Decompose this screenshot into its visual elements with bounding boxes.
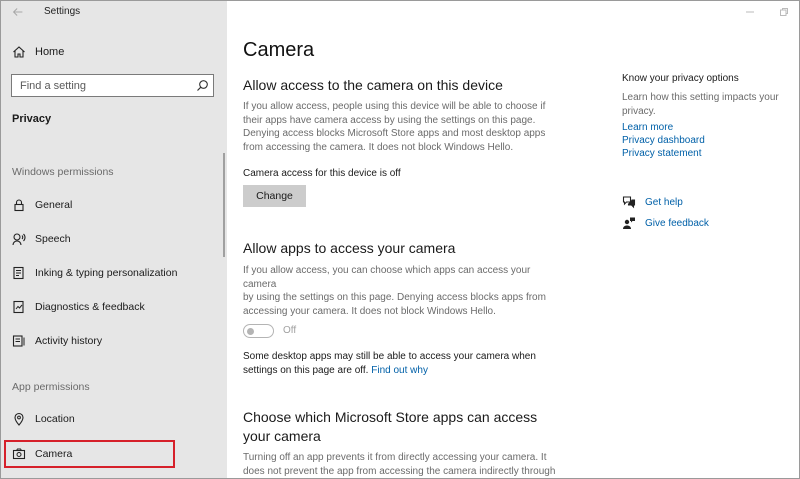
store-apps-description: Turning off an app prevents it from dire… [243,451,559,478]
description-line: Learn how this setting impacts your [622,92,779,103]
note-text: settings on this page are off. [243,364,369,376]
description-line: does not prevent the app from accessing … [243,465,556,477]
search-box[interactable] [11,74,214,97]
description-line: accessing your camera. It does not block… [243,305,496,317]
camera-icon [12,447,26,461]
sidebar-item-activity-history[interactable]: Activity history [1,329,223,353]
privacy-section-title: Privacy [12,113,52,125]
toggle-state-label: Off [283,325,297,336]
give-feedback-label: Give feedback [645,217,709,229]
diagnostics-icon [12,300,26,314]
description-line: Turning off an app prevents it from dire… [243,452,547,463]
help-chat-icon [622,195,636,209]
sidebar-item-location[interactable]: Location [1,407,223,431]
note-line: Some desktop apps may still be able to a… [243,351,536,362]
sidebar-item-camera[interactable]: Camera [4,440,175,468]
sidebar-item-label: Diagnostics & feedback [35,301,145,313]
heading-line: your camera [243,428,321,444]
get-help-label: Get help [645,196,683,208]
location-icon [12,412,26,426]
home-icon [12,45,26,59]
app-permissions-header: App permissions [12,381,90,393]
find-out-why-link[interactable]: Find out why [371,365,428,376]
windows-permissions-header: Windows permissions [12,166,114,178]
feedback-person-icon [622,216,636,230]
sidebar-item-diagnostics[interactable]: Diagnostics & feedback [1,295,223,319]
speech-icon [12,232,26,246]
description-line: Denying access blocks Microsoft Store ap… [243,128,546,139]
apps-access-toggle[interactable] [243,324,274,338]
description-line: privacy. [622,105,656,117]
main-content: Camera Allow access to the camera on thi… [227,1,799,478]
get-help-link[interactable]: Get help [622,194,683,210]
store-apps-heading: Choose which Microsoft Store apps can ac… [243,408,537,446]
sidebar-item-label: Activity history [35,335,103,347]
device-access-description: If you allow access, people using this d… [243,100,559,154]
back-arrow-icon[interactable] [11,5,27,21]
sidebar-item-label: Camera [35,448,73,460]
toggle-knob [247,327,254,335]
sidebar-item-label: Speech [35,233,71,245]
description-line: If you allow access, you can choose whic… [243,265,531,290]
sidebar-item-label: Location [35,413,75,425]
give-feedback-link[interactable]: Give feedback [622,215,709,231]
description-line: by using the settings on this page. Deny… [243,292,546,303]
minimize-button[interactable] [733,1,767,23]
settings-window: Settings Home Privacy Windows permission… [0,0,800,479]
device-access-status: Camera access for this device is off [243,168,401,179]
sidebar-item-general[interactable]: General [1,193,223,217]
sidebar-item-speech[interactable]: Speech [1,227,223,251]
device-access-heading: Allow access to the camera on this devic… [243,77,503,93]
sidebar-scrollbar[interactable] [223,153,225,257]
sidebar: Settings Home Privacy Windows permission… [1,1,227,478]
desktop-apps-note: Some desktop apps may still be able to a… [243,350,536,377]
change-button[interactable]: Change [243,185,306,207]
page-title: Camera [243,39,315,61]
description-line: their apps have camera access by using t… [243,114,536,126]
privacy-options-title: Know your privacy options [622,73,739,84]
search-input[interactable] [12,79,192,92]
privacy-statement-link[interactable]: Privacy statement [622,148,701,159]
note-line: settings on this page are off. Find out … [243,364,536,378]
privacy-dashboard-link[interactable]: Privacy dashboard [622,135,705,146]
sidebar-item-inking[interactable]: Inking & typing personalization [1,261,223,285]
app-title: Settings [44,6,81,17]
description-line: from accessing the camera. It does not b… [243,141,514,153]
sidebar-item-home[interactable]: Home [1,41,223,63]
description-line: If you allow access, people using this d… [243,101,546,112]
inking-icon [12,266,26,280]
apps-access-heading: Allow apps to access your camera [243,240,456,256]
lock-icon [12,198,26,212]
privacy-options-description: Learn how this setting impacts your priv… [622,91,787,118]
activity-icon [12,334,26,348]
sidebar-item-label: General [35,199,73,211]
sidebar-item-label: Inking & typing personalization [35,267,178,279]
heading-line: Choose which Microsoft Store apps can ac… [243,409,538,425]
window-controls [733,1,799,23]
home-label: Home [35,46,65,58]
learn-more-link[interactable]: Learn more [622,122,673,133]
search-icon[interactable] [196,79,209,92]
apps-access-description: If you allow access, you can choose whic… [243,264,559,318]
maximize-button[interactable] [767,1,799,23]
